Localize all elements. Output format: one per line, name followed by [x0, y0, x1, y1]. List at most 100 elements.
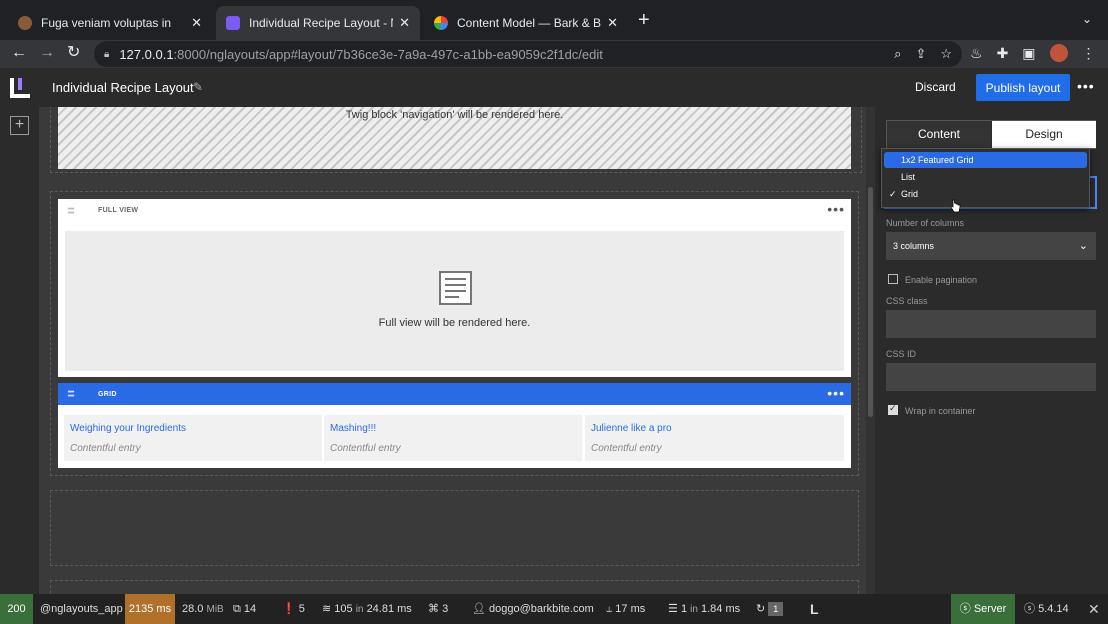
user-email: doggo@barkbite.com [489, 603, 594, 615]
canvas-scrollbar[interactable] [866, 107, 875, 594]
add-block-icon[interactable]: + [10, 116, 29, 135]
bookmark-star-icon[interactable]: ☆ [940, 46, 952, 62]
db-in: in [690, 604, 698, 615]
status-code-badge[interactable]: 200 [0, 594, 33, 624]
layout-title: Individual Recipe Layout [52, 80, 194, 95]
close-tab-icon[interactable]: ✕ [191, 15, 202, 31]
new-tab-icon[interactable]: + [638, 10, 650, 30]
grid-block[interactable]: ━ ━ GRID ••• Weighing your Ingredients Co… [58, 383, 851, 468]
forward-icon[interactable]: → [39, 44, 55, 62]
layers-icon: ≋ [322, 603, 332, 615]
netgen-layouts-debug-icon[interactable]: L [810, 594, 819, 624]
block-menu-icon[interactable]: ••• [827, 201, 845, 217]
twig-panel[interactable]: ⥿ 17 ms [606, 594, 645, 624]
grid-item-type: Contentful entry [591, 443, 662, 454]
cache-time: 24.81 ms [366, 603, 412, 615]
server-label: Server [973, 603, 1007, 615]
database-panel[interactable]: ☰ 1 in 1.84 ms [668, 594, 740, 624]
tab-content[interactable]: Content [887, 121, 991, 148]
drag-handle-icon[interactable]: ━ ━ [68, 388, 81, 402]
tab-title: Fuga veniam voluptas in [41, 16, 172, 30]
panel-tabs: Content Design [886, 120, 1096, 149]
block-menu-icon[interactable]: ••• [827, 385, 845, 401]
chevron-down-icon[interactable]: ⌄ [1082, 12, 1092, 26]
symfony-version-panel[interactable]: ⓢ 5.4.14 [1024, 594, 1069, 624]
zone-empty[interactable] [50, 580, 859, 594]
css-class-input[interactable] [886, 310, 1096, 338]
back-icon[interactable]: ← [11, 44, 27, 62]
browser-tab[interactable]: Content Model — Bark & Bake ✕ [424, 6, 628, 40]
zoom-icon[interactable]: ⌕ [894, 46, 901, 62]
layout-canvas: Twig block 'navigation' will be rendered… [39, 107, 875, 594]
discard-button[interactable]: Discard [915, 80, 956, 94]
forms-panel[interactable]: ⧉ 14 [233, 594, 256, 624]
grid-item-title: Weighing your Ingredients [70, 423, 186, 434]
pagination-checkbox[interactable] [888, 274, 898, 284]
request-time[interactable]: 2135 ms [125, 594, 175, 624]
cache-count: 105 [334, 603, 353, 615]
grid-item[interactable]: Weighing your Ingredients Contentful ent… [64, 415, 322, 461]
address-bar[interactable]: 🔒︎ 127.0.0.1:8000/nglayouts/app#layout/7… [94, 41, 962, 67]
memory-unit: MiB [206, 604, 224, 615]
zone-empty[interactable] [50, 490, 859, 566]
more-options-icon[interactable]: ••• [1077, 78, 1095, 94]
view-type-dropdown: 1x2 Featured Grid List ✓ Grid [881, 148, 1090, 213]
tab-favicon-icon [434, 16, 448, 30]
sidepanel-icon[interactable]: ▣ [1022, 45, 1035, 62]
twig-time: 17 ms [615, 603, 646, 615]
profile-avatar[interactable] [1049, 44, 1068, 62]
symfony-icon: ⓢ [959, 603, 971, 615]
grid-item[interactable]: Julienne like a pro Contentful entry [585, 415, 844, 461]
block-type-label: FULL VIEW [98, 207, 139, 214]
browser-menu-icon[interactable]: ⋮ [1082, 45, 1096, 62]
wrap-container-checkbox[interactable] [888, 403, 898, 415]
memory-value: 28.0 [182, 603, 204, 615]
browser-tab-active[interactable]: Individual Recipe Layout - Netgen ✕ [216, 6, 420, 40]
memory-usage[interactable]: 28.0 MiB [182, 594, 224, 624]
dropdown-option[interactable]: ✓ Grid [884, 186, 1087, 202]
ajax-refresh-icon: ↻ [756, 603, 766, 615]
url-path: :8000/nglayouts/app#layout/7b36ce3e-7a9a… [173, 46, 603, 62]
tab-design[interactable]: Design [992, 121, 1096, 148]
scrollbar-thumb[interactable] [868, 187, 873, 417]
twig-navigation-block[interactable]: Twig block 'navigation' will be rendered… [58, 107, 851, 169]
cache-panel[interactable]: ≋ 105 in 24.81 ms [322, 594, 412, 624]
tab-favicon-icon [226, 16, 240, 30]
exceptions-count: 5 [298, 603, 305, 615]
option-label: 1x2 Featured Grid [901, 155, 974, 165]
edit-pencil-icon[interactable]: ✎ [193, 80, 203, 94]
publish-layout-button[interactable]: Publish layout [976, 74, 1070, 101]
css-id-input[interactable] [886, 363, 1096, 391]
share-icon[interactable]: ⇪ [915, 46, 926, 62]
user-panel[interactable]: 👤︎ doggo@barkbite.com [472, 594, 594, 624]
close-toolbar-icon[interactable]: ✕ [1088, 594, 1100, 624]
hand-cursor-icon [950, 199, 961, 213]
grid-item-type: Contentful entry [330, 443, 401, 454]
close-tab-icon[interactable]: ✕ [399, 15, 410, 31]
extensions-puzzle-icon[interactable]: ✚ [997, 45, 1009, 62]
left-rail: + [0, 107, 39, 594]
columns-value: 3 columns [893, 241, 935, 251]
symfony-icon: ⓢ [1024, 603, 1035, 615]
translation-icon: ⌘ [428, 603, 439, 615]
drag-handle-icon[interactable]: ━ ━ [68, 205, 81, 219]
close-tab-icon[interactable]: ✕ [607, 15, 618, 31]
extension-flame-icon[interactable]: ♨ [970, 45, 983, 62]
exceptions-panel[interactable]: ❗ 5 [282, 594, 305, 624]
debug-toolbar: 200 @nglayouts_app 2135 ms 28.0 MiB ⧉ 14… [0, 594, 1108, 624]
server-panel[interactable]: ⓢ Server [951, 594, 1015, 624]
properties-panel: Content Design 1x2 Featured Grid List ✓ … [875, 107, 1108, 594]
browser-tab[interactable]: Fuga veniam voluptas in ✕ [8, 6, 212, 40]
dropdown-option[interactable]: List [884, 169, 1087, 185]
translations-panel[interactable]: ⌘ 3 [428, 594, 448, 624]
grid-item-type: Contentful entry [70, 443, 141, 454]
ajax-panel[interactable]: ↻ 1 [756, 594, 784, 624]
route-name[interactable]: @nglayouts_app [40, 594, 123, 624]
full-view-block[interactable]: ━ ━ FULL VIEW ••• Full view will be rende… [58, 199, 851, 377]
reload-icon[interactable]: ↻ [67, 44, 80, 62]
grid-item[interactable]: Mashing!!! Contentful entry [324, 415, 582, 461]
css-class-label: CSS class [886, 296, 928, 306]
checkmark-icon: ✓ [889, 189, 897, 199]
columns-select[interactable]: 3 columns ⌄ [886, 232, 1096, 260]
dropdown-option[interactable]: 1x2 Featured Grid [884, 152, 1087, 168]
